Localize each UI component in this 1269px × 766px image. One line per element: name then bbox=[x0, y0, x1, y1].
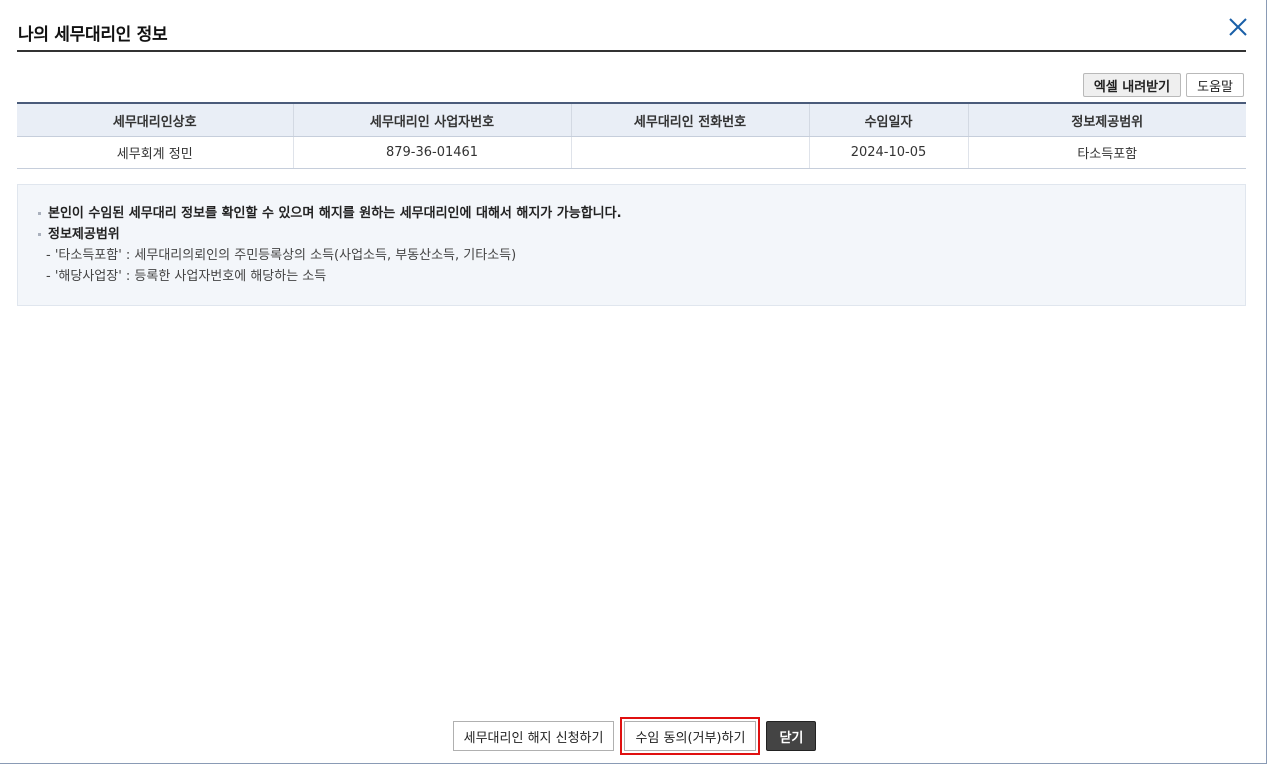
column-header-business-number: 세무대리인 사업자번호 bbox=[292, 102, 571, 137]
column-header-appointment-date: 수임일자 bbox=[808, 102, 968, 137]
consent-button[interactable]: 수임 동의(거부)하기 bbox=[624, 721, 757, 751]
cell-agent-name: 세무회계 정민 bbox=[17, 136, 293, 169]
column-header-agent-name: 세무대리인상호 bbox=[17, 102, 293, 137]
info-notice-box: 본인이 수임된 세무대리 정보를 확인할 수 있으며 해지를 원하는 세무대리인… bbox=[17, 184, 1246, 306]
notice-subline: - '해당사업장' : 등록한 사업자번호에 해당하는 소득 bbox=[46, 269, 327, 284]
notice-text: 정보제공범위 bbox=[48, 227, 120, 242]
column-header-info-scope: 정보제공범위 bbox=[967, 102, 1246, 137]
footer-buttons: 세무대리인 해지 신청하기 수임 동의(거부)하기 닫기 bbox=[0, 717, 1269, 755]
table-header-row: 세무대리인상호 세무대리인 사업자번호 세무대리인 전화번호 수임일자 정보제공… bbox=[17, 102, 1246, 137]
terminate-agent-button[interactable]: 세무대리인 해지 신청하기 bbox=[452, 721, 615, 751]
title-divider bbox=[17, 50, 1246, 52]
notice-text: 본인이 수임된 세무대리 정보를 확인할 수 있으며 해지를 원하는 세무대리인… bbox=[48, 206, 622, 221]
toolbar: 엑셀 내려받기 도움말 bbox=[1082, 73, 1244, 97]
excel-download-button[interactable]: 엑셀 내려받기 bbox=[1082, 73, 1182, 97]
notice-line: 정보제공범위 bbox=[36, 224, 1245, 245]
notice-line: 본인이 수임된 세무대리 정보를 확인할 수 있으며 해지를 원하는 세무대리인… bbox=[36, 203, 1245, 224]
help-button[interactable]: 도움말 bbox=[1186, 73, 1244, 97]
cell-phone bbox=[570, 136, 809, 169]
close-button[interactable]: 닫기 bbox=[766, 721, 817, 751]
cell-info-scope: 타소득포함 bbox=[967, 136, 1246, 169]
cell-business-number: 879-36-01461 bbox=[292, 136, 571, 169]
highlight-frame: 수임 동의(거부)하기 bbox=[620, 717, 761, 755]
cell-appointment-date: 2024-10-05 bbox=[808, 136, 968, 169]
bullet-icon bbox=[38, 212, 41, 215]
close-icon[interactable] bbox=[1227, 16, 1249, 38]
dialog-title: 나의 세무대리인 정보 bbox=[18, 25, 168, 45]
table-row[interactable]: 세무회계 정민 879-36-01461 2024-10-05 타소득포함 bbox=[17, 136, 1246, 169]
notice-subline: - '타소득포함' : 세무대리의뢰인의 주민등록상의 소득(사업소득, 부동산… bbox=[46, 248, 517, 263]
bullet-icon bbox=[38, 233, 41, 236]
tax-agent-dialog: 나의 세무대리인 정보 엑셀 내려받기 도움말 세무대리인상호 세무대리인 사업… bbox=[0, 0, 1267, 764]
tax-agent-table: 세무대리인상호 세무대리인 사업자번호 세무대리인 전화번호 수임일자 정보제공… bbox=[17, 102, 1246, 169]
column-header-phone: 세무대리인 전화번호 bbox=[570, 102, 809, 137]
